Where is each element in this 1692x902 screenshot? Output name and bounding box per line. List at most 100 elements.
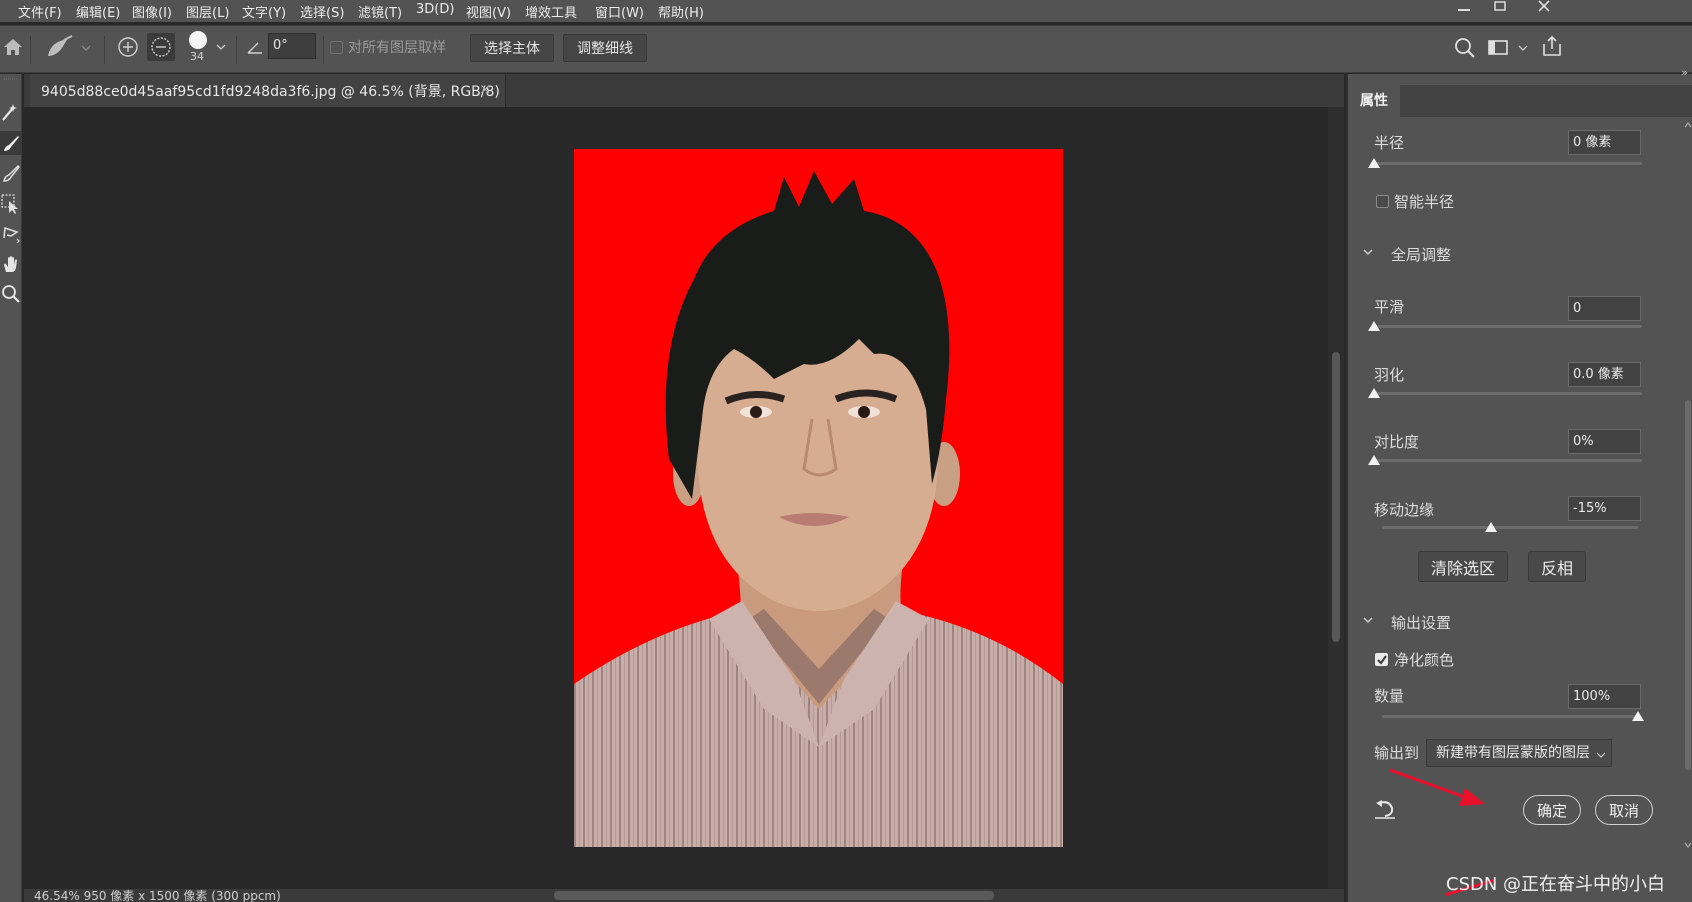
smart-radius-checkbox[interactable] <box>1376 195 1389 208</box>
menu-window[interactable]: 窗口(W) <box>595 2 644 21</box>
chevron-down-icon[interactable] <box>1362 614 1374 628</box>
status-text: 46.54% 950 像素 x 1500 像素 (300 ppcm) <box>34 889 281 902</box>
feather-label: 羽化 <box>1374 366 1405 384</box>
radius-slider[interactable] <box>1374 162 1642 165</box>
menu-view[interactable]: 视图(V) <box>466 2 511 21</box>
add-to-selection-icon[interactable] <box>117 36 139 62</box>
smooth-label: 平滑 <box>1374 298 1405 316</box>
smart-radius-label: 智能半径 <box>1394 193 1455 211</box>
cancel-button[interactable]: 取消 <box>1595 795 1653 825</box>
zoom-tool-icon[interactable] <box>0 282 22 306</box>
toolbar-grip[interactable] <box>0 76 22 82</box>
lasso-tool-icon[interactable] <box>0 222 22 246</box>
feather-slider[interactable] <box>1374 392 1642 395</box>
brush-tool-icon[interactable] <box>0 161 22 185</box>
document-tab-bar: 9405d88ce0d45aaf95cd1fd9248da3f6.jpg @ 4… <box>24 74 1344 107</box>
menu-3d[interactable]: 3D(D) <box>416 2 454 17</box>
sample-all-layers-label: 对所有图层取样 <box>348 40 446 56</box>
close-window-icon[interactable] <box>1530 0 1558 14</box>
angle-input[interactable]: 0° <box>268 33 316 59</box>
close-tab-icon[interactable]: × <box>479 80 492 98</box>
chevron-down-icon[interactable] <box>1684 840 1692 850</box>
select-subject-button[interactable]: 选择主体 <box>470 34 554 62</box>
panel-tab-bar: 属性 <box>1348 85 1692 117</box>
smooth-slider[interactable] <box>1374 325 1642 328</box>
smooth-slider-thumb[interactable] <box>1368 321 1380 331</box>
contrast-slider[interactable] <box>1374 459 1642 462</box>
watermark: CSDN @正在奋斗中的小白 <box>1446 874 1666 895</box>
radius-slider-thumb[interactable] <box>1368 158 1380 168</box>
search-icon[interactable] <box>1454 37 1476 63</box>
collapse-panel-icon[interactable]: » <box>1681 66 1688 79</box>
chevron-down-icon <box>1596 752 1606 758</box>
contrast-slider-thumb[interactable] <box>1368 455 1380 465</box>
panel-scrollbar[interactable] <box>1684 120 1692 850</box>
amount-input[interactable]: 100% <box>1568 684 1641 709</box>
minimize-icon[interactable] <box>1450 0 1478 14</box>
workspace-icon[interactable] <box>1488 39 1528 61</box>
portrait-photo <box>574 149 1063 847</box>
panel-scroll-thumb[interactable] <box>1685 400 1691 770</box>
smooth-input[interactable]: 0 <box>1568 296 1641 321</box>
feather-slider-thumb[interactable] <box>1368 388 1380 398</box>
chevron-down-icon[interactable] <box>215 40 227 56</box>
quick-selection-tool-icon[interactable] <box>0 100 22 124</box>
canvas-horizontal-scroll-thumb[interactable] <box>554 891 994 900</box>
decontaminate-colors-checkbox[interactable] <box>1375 653 1388 666</box>
shift-edge-slider[interactable] <box>1382 526 1638 529</box>
quick-selection-brush-icon[interactable] <box>44 34 92 66</box>
invert-button[interactable]: 反相 <box>1528 551 1586 582</box>
separator <box>323 36 324 64</box>
feather-input[interactable]: 0.0 像素 <box>1568 362 1641 387</box>
refine-edge-brush-tool-icon[interactable] <box>0 131 22 155</box>
refine-hair-button[interactable]: 调整细线 <box>563 34 647 62</box>
canvas-scroll-thumb[interactable] <box>1332 352 1340 642</box>
menu-edit[interactable]: 编辑(E) <box>76 2 120 21</box>
menu-file[interactable]: 文件(F) <box>18 2 62 21</box>
separator <box>104 36 105 64</box>
restore-icon[interactable] <box>1486 0 1514 14</box>
menu-filter[interactable]: 滤镜(T) <box>358 2 402 21</box>
subtract-from-selection-icon[interactable] <box>147 33 175 61</box>
sample-all-layers-checkbox[interactable] <box>330 41 343 54</box>
angle-icon <box>246 39 264 59</box>
tools-panel <box>0 74 22 902</box>
menu-plugins[interactable]: 增效工具 <box>525 2 577 21</box>
clear-selection-button[interactable]: 清除选区 <box>1418 551 1508 582</box>
global-adjust-heading[interactable]: 全局调整 <box>1391 244 1451 265</box>
shift-edge-label: 移动边缘 <box>1374 501 1435 519</box>
menu-help[interactable]: 帮助(H) <box>658 2 704 21</box>
radius-label: 半径 <box>1374 134 1405 152</box>
separator <box>236 36 237 64</box>
document-tab-title: 9405d88ce0d45aaf95cd1fd9248da3f6.jpg @ 4… <box>41 84 500 100</box>
tab-properties[interactable]: 属性 <box>1348 85 1400 117</box>
menu-select[interactable]: 选择(S) <box>300 2 344 21</box>
amount-slider[interactable] <box>1382 715 1638 718</box>
shift-edge-input[interactable]: -15% <box>1568 496 1641 521</box>
canvas-vertical-scrollbar[interactable] <box>1328 107 1344 889</box>
hand-tool-icon[interactable] <box>0 252 22 276</box>
home-icon[interactable] <box>2 37 24 61</box>
menu-layer[interactable]: 图层(L) <box>186 2 229 21</box>
document-tab[interactable]: 9405d88ce0d45aaf95cd1fd9248da3f6.jpg @ 4… <box>30 74 506 107</box>
menu-type[interactable]: 文字(Y) <box>242 2 286 21</box>
amount-slider-thumb[interactable] <box>1632 711 1644 721</box>
chevron-up-icon[interactable] <box>1684 120 1692 130</box>
options-bar: 34 0° 对所有图层取样 选择主体 调整细线 <box>0 25 1692 73</box>
amount-label: 数量 <box>1374 687 1405 705</box>
shift-edge-slider-thumb[interactable] <box>1484 522 1497 532</box>
chevron-down-icon[interactable] <box>1362 246 1374 260</box>
share-icon[interactable] <box>1541 35 1563 61</box>
menu-bar: 文件(F) 编辑(E) 图像(I) 图层(L) 文字(Y) 选择(S) 滤镜(T… <box>0 0 1692 22</box>
status-bar: 46.54% 950 像素 x 1500 像素 (300 ppcm) <box>24 889 1344 902</box>
contrast-input[interactable]: 0% <box>1568 429 1641 454</box>
decontaminate-colors-label: 净化颜色 <box>1394 651 1455 669</box>
canvas-area[interactable] <box>24 107 1328 889</box>
ok-button[interactable]: 确定 <box>1523 795 1581 825</box>
output-settings-heading[interactable]: 输出设置 <box>1391 612 1451 633</box>
radius-input[interactable]: 0 像素 <box>1568 130 1641 155</box>
object-selection-tool-icon[interactable] <box>0 192 22 216</box>
menu-image[interactable]: 图像(I) <box>132 2 172 21</box>
separator <box>30 36 31 64</box>
contrast-label: 对比度 <box>1374 433 1420 451</box>
